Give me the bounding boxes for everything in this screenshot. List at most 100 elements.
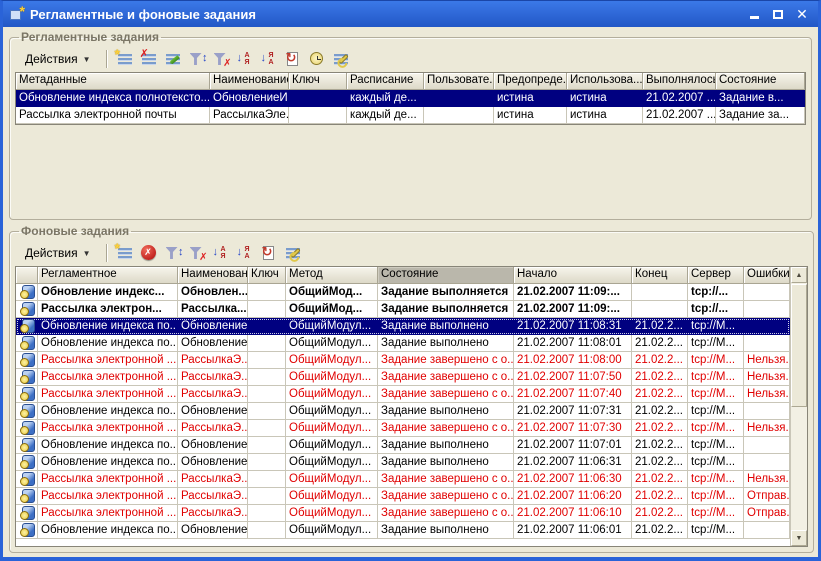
- column-header[interactable]: Ключ: [289, 73, 347, 90]
- table-cell: 21.02.2007 11:09:...: [514, 301, 632, 318]
- filter-settings-icon[interactable]: ↕: [187, 49, 208, 69]
- maximize-button[interactable]: [770, 6, 786, 22]
- sort-desc-icon[interactable]: ↓ЯА: [259, 49, 280, 69]
- table-row[interactable]: Обновление индекса по...Обновление...Общ…: [16, 454, 790, 471]
- table-cell: Рассылка электронной ...: [38, 420, 178, 437]
- column-header[interactable]: [16, 267, 38, 284]
- table-cell: истина: [494, 107, 567, 124]
- table-cell: tcp://M...: [688, 403, 744, 420]
- column-header[interactable]: Состояние: [716, 73, 805, 90]
- column-header[interactable]: Использова...: [567, 73, 643, 90]
- table-cell: Отправ...: [744, 505, 790, 522]
- table-cell: 21.02.2...: [632, 522, 688, 539]
- table-row[interactable]: Рассылка электронной ...РассылкаЭ...Общи…: [16, 386, 790, 403]
- column-header[interactable]: Конец: [632, 267, 688, 284]
- table-row[interactable]: Обновление индекса по...Обновление...Общ…: [16, 437, 790, 454]
- table-row[interactable]: Обновление индекса по...Обновление...Общ…: [16, 335, 790, 352]
- table-cell: ОбщийМодул...: [286, 420, 378, 437]
- column-header[interactable]: Предопреде...: [494, 73, 567, 90]
- cancel-job-icon[interactable]: ✗: [139, 243, 160, 263]
- sort-asc-icon[interactable]: ↓АЯ: [211, 243, 232, 263]
- refresh-icon[interactable]: ↻: [283, 49, 304, 69]
- background-job-icon: [20, 302, 34, 316]
- table-cell: 21.02.2...: [632, 437, 688, 454]
- table-cell: 21.02.2007 ...: [643, 90, 716, 107]
- schedule-icon[interactable]: [307, 49, 328, 69]
- table-cell: Обновление индекса полнотексто...: [16, 90, 210, 107]
- table-row[interactable]: Рассылка электронной ...РассылкаЭ...Общи…: [16, 488, 790, 505]
- scrollbar-track[interactable]: [791, 283, 807, 530]
- column-header[interactable]: Метаданные: [16, 73, 210, 90]
- table-cell: 21.02.2007 11:09:...: [514, 284, 632, 301]
- background-job-icon: [20, 285, 34, 299]
- table-row[interactable]: Рассылка электронной ...РассылкаЭ...Общи…: [16, 352, 790, 369]
- column-header[interactable]: Состояние: [378, 267, 514, 284]
- column-header[interactable]: Сервер: [688, 267, 744, 284]
- table-row[interactable]: Обновление индекс...Обновлен...ОбщийМод.…: [16, 284, 790, 301]
- column-header[interactable]: Метод: [286, 267, 378, 284]
- table-row[interactable]: Рассылка электронной ...РассылкаЭ...Общи…: [16, 505, 790, 522]
- close-button[interactable]: ✕: [794, 6, 810, 22]
- table-row[interactable]: Рассылка электронной ...РассылкаЭ...Общи…: [16, 471, 790, 488]
- minimize-button[interactable]: [746, 6, 762, 22]
- clear-filter-icon[interactable]: ✗: [211, 49, 232, 69]
- table-row[interactable]: Рассылка электронной ...РассылкаЭ...Общи…: [16, 369, 790, 386]
- column-header[interactable]: Ошибки: [744, 267, 790, 284]
- scrollbar-thumb[interactable]: [791, 284, 807, 407]
- table-cell: [16, 386, 38, 403]
- add-icon[interactable]: *: [115, 243, 136, 263]
- column-header[interactable]: Наименование: [210, 73, 289, 90]
- table-cell: 21.02.2...: [632, 386, 688, 403]
- table-cell: Обновление индекса по...: [38, 403, 178, 420]
- clear-filter-icon[interactable]: ✗: [187, 243, 208, 263]
- table-cell: [424, 90, 494, 107]
- sort-asc-icon[interactable]: ↓АЯ: [235, 49, 256, 69]
- table-cell: ОбщийМодул...: [286, 437, 378, 454]
- table-cell: 21.02.2...: [632, 471, 688, 488]
- background-jobs-group-title: Фоновые задания: [19, 224, 131, 238]
- column-header[interactable]: Расписание: [347, 73, 424, 90]
- table-cell: ОбщийМодул...: [286, 471, 378, 488]
- table-cell: [248, 488, 286, 505]
- column-header[interactable]: Регламентное: [38, 267, 178, 284]
- table-row[interactable]: Обновление индекса полнотексто...Обновле…: [16, 90, 805, 107]
- column-header[interactable]: Наименован...: [178, 267, 248, 284]
- table-row[interactable]: Обновление индекса по...Обновление...Общ…: [16, 403, 790, 420]
- actions-button[interactable]: Действия ▼: [17, 49, 99, 69]
- table-row[interactable]: Рассылка электрон...Рассылка...ОбщийМод.…: [16, 301, 790, 318]
- table-cell: Рассылка электрон...: [38, 301, 178, 318]
- list-settings-icon[interactable]: [283, 243, 304, 263]
- edit-icon[interactable]: [163, 49, 184, 69]
- table-cell: Обновлен...: [178, 284, 248, 301]
- toolbar-separator: [106, 50, 108, 68]
- table-cell: Рассылка электронной ...: [38, 386, 178, 403]
- titlebar[interactable]: * Регламентные и фоновые задания ✕: [3, 1, 818, 27]
- delete-icon[interactable]: ✗: [139, 49, 160, 69]
- list-settings-icon[interactable]: [331, 49, 352, 69]
- table-cell: 21.02.2...: [632, 352, 688, 369]
- table-cell: каждый де...: [347, 90, 424, 107]
- vertical-scrollbar[interactable]: ▲ ▼: [790, 267, 807, 546]
- table-cell: [744, 522, 790, 539]
- actions-button[interactable]: Действия ▼: [17, 243, 99, 263]
- column-header[interactable]: Начало: [514, 267, 632, 284]
- column-header[interactable]: Выполнялось: [643, 73, 716, 90]
- background-jobs-table-body: Обновление индекс...Обновлен...ОбщийМод.…: [16, 284, 790, 546]
- add-icon[interactable]: *: [115, 49, 136, 69]
- scheduled-jobs-table-body: Обновление индекса полнотексто...Обновле…: [16, 90, 805, 124]
- column-header[interactable]: Ключ: [248, 267, 286, 284]
- sort-desc-icon[interactable]: ↓ЯА: [235, 243, 256, 263]
- scrollbar-down-icon[interactable]: ▼: [791, 530, 807, 546]
- scrollbar-up-icon[interactable]: ▲: [791, 267, 807, 283]
- table-cell: Задание выполнено: [378, 403, 514, 420]
- table-cell: tcp://M...: [688, 335, 744, 352]
- filter-settings-icon[interactable]: ↕: [163, 243, 184, 263]
- refresh-icon[interactable]: ↻: [259, 243, 280, 263]
- table-row[interactable]: Обновление индекса по...Обновление...Общ…: [16, 318, 790, 335]
- table-row[interactable]: Обновление индекса по...Обновление...Общ…: [16, 522, 790, 539]
- column-header[interactable]: Пользовате...: [424, 73, 494, 90]
- table-row[interactable]: Рассылка электронной почтыРассылкаЭле...…: [16, 107, 805, 124]
- table-cell: 21.02.2007 11:08:00: [514, 352, 632, 369]
- table-row[interactable]: Рассылка электронной ...РассылкаЭ...Общи…: [16, 420, 790, 437]
- table-cell: 21.02.2007 ...: [643, 107, 716, 124]
